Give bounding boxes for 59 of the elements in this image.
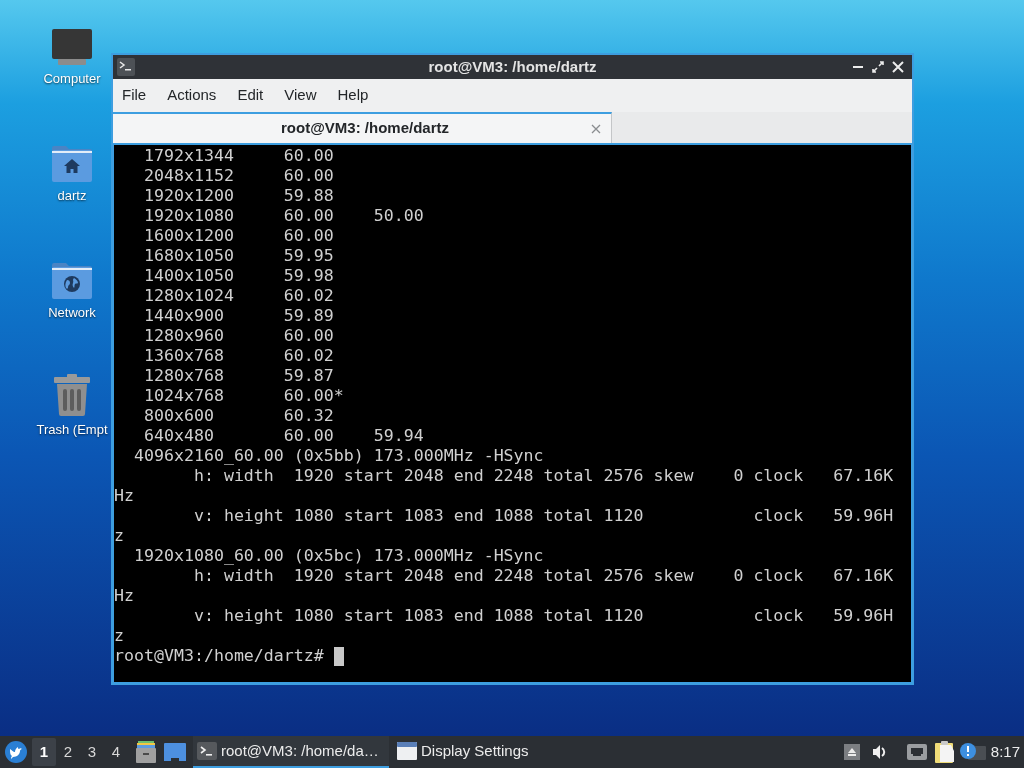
computer-icon[interactable]	[52, 29, 92, 65]
window-title: root@VM3: /home/dartz	[428, 56, 597, 77]
workspace-button[interactable]: 1	[32, 738, 56, 766]
menu-item[interactable]: Actions	[167, 84, 217, 107]
window-icon	[397, 742, 417, 760]
home-folder-icon[interactable]	[52, 144, 92, 182]
notification-icon[interactable]	[959, 743, 986, 761]
workspace-button[interactable]: 3	[80, 738, 104, 766]
terminal-line: 1400x1050 59.98	[142, 266, 334, 286]
desktop-icon-label[interactable]: Network	[48, 305, 96, 321]
show-desktop-icon[interactable]	[164, 743, 186, 761]
terminal-line: h: width 1920 start 2048 end 2248 total 2576 skew 0 clock 67.16K	[192, 466, 894, 486]
terminal-line: Hz	[114, 486, 134, 506]
start-menu-icon[interactable]	[5, 741, 27, 763]
cursor-icon	[333, 646, 344, 666]
terminal-line: 1440x900 59.89	[142, 306, 334, 326]
network-folder-icon[interactable]	[52, 261, 92, 299]
terminal-line: 4096x2160_60.00 (0x5bb) 173.000MHz -HSync	[132, 446, 544, 466]
terminal-line: 640x480 60.00 59.94	[142, 426, 424, 446]
terminal-line: h: width 1920 start 2048 end 2248 total 2576 skew 0 clock 67.16K	[192, 566, 894, 586]
volume-icon[interactable]	[871, 744, 888, 760]
network-icon[interactable]	[906, 744, 927, 760]
terminal-line: 1792x1344 60.00	[142, 146, 334, 166]
taskbar-task[interactable]: root@VM3: /home/da…	[193, 736, 389, 768]
desktop-icon-label[interactable]: dartz	[57, 188, 87, 204]
terminal-icon[interactable]	[117, 58, 135, 76]
desktop-icon-label[interactable]: Trash (Empt	[36, 422, 108, 438]
terminal-prompt: root@VM3:/home/dartz#	[114, 646, 324, 666]
terminal-line: z	[114, 626, 124, 646]
file-cabinet-icon[interactable]	[136, 741, 156, 763]
terminal-line: 1920x1200 59.88	[142, 186, 334, 206]
terminal-line: 1280x960 60.00	[142, 326, 334, 346]
terminal-line: 2048x1152 60.00	[142, 166, 334, 186]
terminal-line: 1024x768 60.00*	[142, 386, 344, 406]
terminal-line: v: height 1080 start 1083 end 1088 total 1120 clock 59.96H	[192, 606, 894, 626]
terminal-line: v: height 1080 start 1083 end 1088 total 1120 clock 59.96H	[192, 506, 894, 526]
terminal-icon	[197, 742, 217, 760]
terminal-line: 800x600 60.32	[142, 406, 334, 426]
taskbar-clock[interactable]: 8:17	[990, 740, 1020, 764]
menu-item[interactable]: File	[122, 84, 147, 107]
taskbar-task[interactable]: Display Settings	[393, 736, 533, 768]
terminal-line: 1680x1050 59.95	[142, 246, 334, 266]
terminal-line: Hz	[114, 586, 134, 606]
menu-item[interactable]: Edit	[237, 84, 264, 107]
terminal-line: 1360x768 60.02	[142, 346, 334, 366]
terminal-line: 1280x768 59.87	[142, 366, 334, 386]
eject-icon[interactable]	[843, 744, 860, 760]
terminal-tab[interactable]: root@VM3: /home/dartz	[113, 112, 612, 143]
restore-icon[interactable]	[872, 61, 884, 73]
terminal-line: 1920x1080 60.00 50.00	[142, 206, 424, 226]
clipboard-icon[interactable]	[934, 741, 955, 763]
menu-item[interactable]: Help	[337, 84, 369, 107]
workspace-button[interactable]: 4	[104, 738, 128, 766]
terminal-line: 1920x1080_60.00 (0x5bc) 173.000MHz -HSync	[132, 546, 544, 566]
terminal-line: 1280x1024 60.02	[142, 286, 334, 306]
menu-item[interactable]: View	[284, 84, 317, 107]
workspace-button[interactable]: 2	[56, 738, 80, 766]
terminal-line: 1600x1200 60.00	[142, 226, 334, 246]
terminal-line: z	[114, 526, 124, 546]
